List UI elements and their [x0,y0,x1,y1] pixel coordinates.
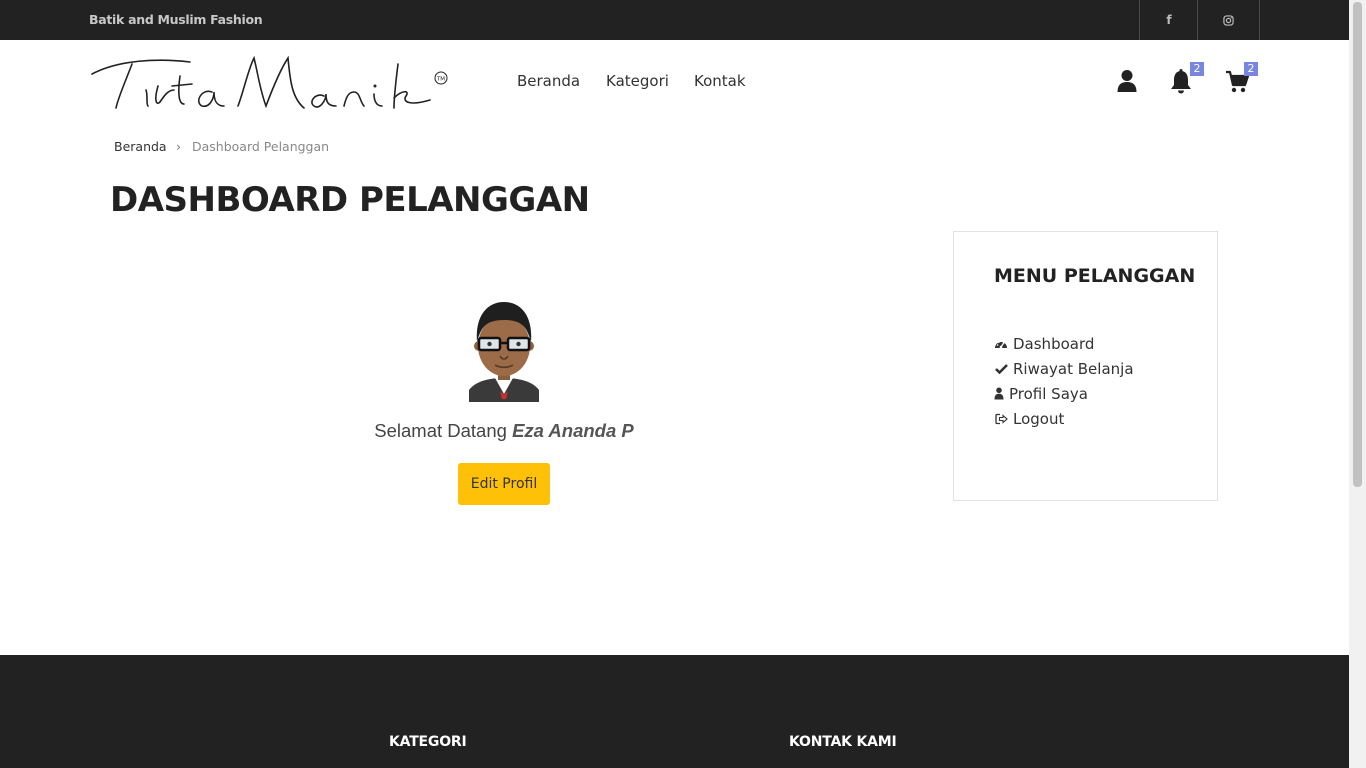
top-bar: Batik and Muslim Fashion f [0,0,1349,40]
edit-profile-button[interactable]: Edit Profil [458,463,550,505]
dashboard-icon [994,338,1008,350]
breadcrumb-current: Dashboard Pelanggan [192,139,330,154]
tagline: Batik and Muslim Fashion [89,12,263,27]
tirta-manik-logo[interactable]: TM [88,50,450,114]
facebook-icon: f [1166,13,1172,27]
menu-item-label: Profil Saya [1009,384,1088,403]
logo-trademark: TM [436,77,445,83]
menu-item-label: Dashboard [1013,334,1095,353]
nav-beranda[interactable]: Beranda [517,72,580,90]
notification-count-badge: 2 [1190,62,1204,76]
menu-item-label: Logout [1013,409,1065,428]
cart-count-badge: 2 [1244,62,1258,76]
menu-item-logout[interactable]: Logout [994,406,1134,431]
nav-kategori[interactable]: Kategori [606,72,669,90]
page-title: DASHBOARD PELANGGAN [110,180,590,220]
instagram-link[interactable] [1197,0,1260,40]
breadcrumb-separator: › [176,139,181,154]
page-scrollbar[interactable] [1349,0,1366,768]
menu-item-dashboard[interactable]: Dashboard [994,331,1134,356]
customer-menu: MENU PELANGGAN Dashboard Riwayat Belanja… [953,231,1218,501]
facebook-link[interactable]: f [1139,0,1198,40]
instagram-icon [1223,14,1234,26]
footer: KATEGORI KONTAK KAMI [0,655,1349,768]
breadcrumb-home-link[interactable]: Beranda [114,139,167,154]
user-name: Eza Ananda P [512,420,634,441]
user-icon [994,387,1004,400]
footer-heading-kategori: KATEGORI [389,734,467,750]
logout-icon [994,413,1008,425]
welcome-message: Selamat Datang Eza Ananda P [0,420,1008,442]
menu-item-profil-saya[interactable]: Profil Saya [994,381,1134,406]
user-avatar [469,302,539,402]
footer-heading-kontak: KONTAK KAMI [789,734,897,750]
nav-kontak[interactable]: Kontak [694,72,746,90]
welcome-text: Selamat Datang [374,420,513,441]
scrollbar-thumb[interactable] [1353,2,1362,487]
customer-menu-list: Dashboard Riwayat Belanja Profil Saya Lo… [994,331,1134,431]
menu-item-riwayat-belanja[interactable]: Riwayat Belanja [994,356,1134,381]
menu-item-label: Riwayat Belanja [1013,359,1134,378]
user-icon[interactable] [1114,68,1140,96]
customer-menu-title: MENU PELANGGAN [994,265,1196,287]
check-icon [994,363,1008,374]
